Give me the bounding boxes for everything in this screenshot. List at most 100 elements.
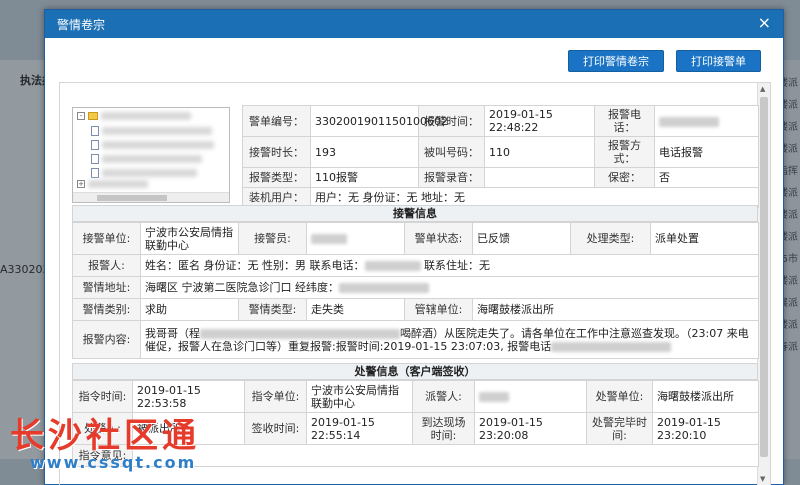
handle-type-value: 派单处置 <box>650 222 759 255</box>
handle-type-label: 处理类型: <box>570 222 651 255</box>
sign-time-value: 2019-01-15 22:55:14 <box>306 412 413 445</box>
arrive-label: 到达现场时间: <box>412 412 475 445</box>
close-icon[interactable]: × <box>758 14 771 32</box>
type-label: 报警类型： <box>242 167 311 188</box>
file-icon <box>91 140 99 150</box>
alarm-type-value: 走失类 <box>306 298 405 321</box>
file-icon <box>91 168 99 178</box>
cmd-time-label: 指令时间: <box>72 380 133 413</box>
cmd-unit-label: 指令单位: <box>244 380 307 413</box>
folder-icon <box>88 112 98 120</box>
redacted-value <box>659 116 719 127</box>
dispatch-title: 处警信息（客户端签收） <box>72 363 758 380</box>
recording-label: 报警录音： <box>418 167 485 188</box>
status-value: 已反馈 <box>472 222 571 255</box>
method-label: 报警方式： <box>594 136 655 168</box>
redacted-value <box>200 328 400 339</box>
scroll-down-icon[interactable]: ▼ <box>760 475 765 483</box>
cmd-content-value <box>132 444 759 467</box>
dossier-content: ▲ ▼ - + 警单编号： 3302001901150100602 报警时间： … <box>59 82 771 485</box>
redacted-label <box>88 180 148 188</box>
status-label: 警单状态: <box>404 222 473 255</box>
redacted-value <box>311 234 347 244</box>
scroll-up-icon[interactable]: ▲ <box>760 85 765 93</box>
type-value: 110报警 <box>310 167 419 188</box>
phone-label: 报警电话： <box>594 105 655 137</box>
redacted-value <box>364 261 421 271</box>
tree-item[interactable] <box>91 126 212 136</box>
method-value: 电话报警 <box>654 136 759 168</box>
modal-title: 警情卷宗 <box>57 17 106 32</box>
officer-label: 接警员: <box>238 222 307 255</box>
handle-unit-value: 海曙鼓楼派出所 <box>652 380 759 413</box>
report-time-label: 报警时间： <box>418 105 485 137</box>
redacted-value <box>479 392 509 402</box>
print-dossier-button[interactable]: 打印警情卷宗 <box>568 50 664 72</box>
secret-label: 保密： <box>594 167 655 188</box>
handler-label: 处警人: <box>72 412 133 445</box>
reception-table: 接警单位: 宁波市公安局情指联勤中心 接警员: 警单状态: 已反馈 处理类型: … <box>72 222 759 359</box>
case-dossier-modal: 警情卷宗 × 打印警情卷宗 打印接警单 ▲ ▼ - + 警单编号： 330200… <box>44 9 784 485</box>
cmd-time-value: 2019-01-15 22:53:58 <box>132 380 245 413</box>
dispatch-table: 指令时间: 2019-01-15 22:53:58 指令单位: 宁波市公安局情指… <box>72 380 759 467</box>
redacted-value <box>551 341 672 352</box>
scrollbar-thumb[interactable] <box>760 97 768 457</box>
file-icon <box>91 126 99 136</box>
unit-value: 宁波市公安局情指联勤中心 <box>140 222 239 255</box>
reporter-label: 报警人: <box>72 254 141 277</box>
redacted-label <box>102 169 197 177</box>
report-time-value: 2019-01-15 22:48:22 <box>484 105 595 137</box>
modal-title-bar: 警情卷宗 <box>45 10 783 38</box>
content-label: 报警内容: <box>72 320 141 359</box>
category-value: 求助 <box>140 298 239 321</box>
phone-value <box>654 105 759 137</box>
redacted-label <box>102 155 202 163</box>
jurisdiction-label: 管辖单位: <box>404 298 473 321</box>
case-no-value: 3302001901150100602 <box>310 105 448 137</box>
dispatch-section: 处警信息（客户端签收） 指令时间: 2019-01-15 22:53:58 指令… <box>72 363 759 467</box>
category-label: 警情类别: <box>72 298 141 321</box>
tree-horizontal-scrollbar[interactable] <box>73 192 229 202</box>
content-text: 我哥哥（程 <box>145 326 200 340</box>
redacted-value <box>339 283 429 293</box>
officer-value <box>306 222 405 255</box>
secret-value: 否 <box>654 167 759 188</box>
print-receipt-button[interactable]: 打印接警单 <box>676 50 761 72</box>
reporter-address: 联系住址：无 <box>424 259 490 272</box>
called-value: 110 <box>484 136 595 168</box>
handler-value: 被派出所 <box>132 412 245 445</box>
tree-scroll-thumb[interactable] <box>97 195 167 201</box>
cmd-unit-value: 宁波市公安局情指联勤中心 <box>306 380 413 413</box>
tree-root[interactable]: - <box>77 112 191 120</box>
done-label: 处警完毕时间: <box>586 412 653 445</box>
reception-section: 接警信息 接警单位: 宁波市公安局情指联勤中心 接警员: 警单状态: 已反馈 处… <box>72 205 759 359</box>
reporter-value: 姓名：匿名 身份证：无 性别：男 联系电话： 联系住址：无 <box>140 254 759 277</box>
address-value: 海曙区 宁波第二医院急诊门口 经纬度： <box>140 276 759 299</box>
attachment-tree: - + <box>72 107 230 203</box>
recording-value[interactable] <box>484 167 595 188</box>
summary-table: 警单编号： 3302001901150100602 报警时间： 2019-01-… <box>242 105 759 208</box>
dispatcher-label: 派警人: <box>412 380 475 413</box>
address-text: 海曙区 宁波第二医院急诊门口 经纬度： <box>145 281 339 294</box>
duration-label: 接警时长： <box>242 136 311 168</box>
jurisdiction-value: 海曙鼓楼派出所 <box>472 298 759 321</box>
expand-icon[interactable]: + <box>77 180 85 188</box>
tree-node[interactable]: + <box>77 180 148 188</box>
content-value: 我哥哥（程 喝醉酒）从医院走失了。请各单位在工作中注意巡查发现。（23:07 来电… <box>140 320 759 359</box>
redacted-label <box>101 112 191 120</box>
reporter-text: 姓名：匿名 身份证：无 性别：男 联系电话： <box>145 259 365 272</box>
done-value: 2019-01-15 23:20:10 <box>652 412 759 445</box>
collapse-icon[interactable]: - <box>77 112 85 120</box>
called-label: 被叫号码： <box>418 136 485 168</box>
alarm-type-label: 警情类型: <box>238 298 307 321</box>
unit-label: 接警单位: <box>72 222 141 255</box>
tree-item[interactable] <box>91 140 214 150</box>
arrive-value: 2019-01-15 23:20:08 <box>474 412 587 445</box>
reception-title: 接警信息 <box>72 205 758 222</box>
redacted-label <box>102 141 214 149</box>
case-no-label: 警单编号： <box>242 105 311 137</box>
tree-item[interactable] <box>91 168 197 178</box>
modal-actions: 打印警情卷宗 打印接警单 <box>568 50 761 72</box>
tree-item[interactable] <box>91 154 202 164</box>
dispatcher-value <box>474 380 587 413</box>
